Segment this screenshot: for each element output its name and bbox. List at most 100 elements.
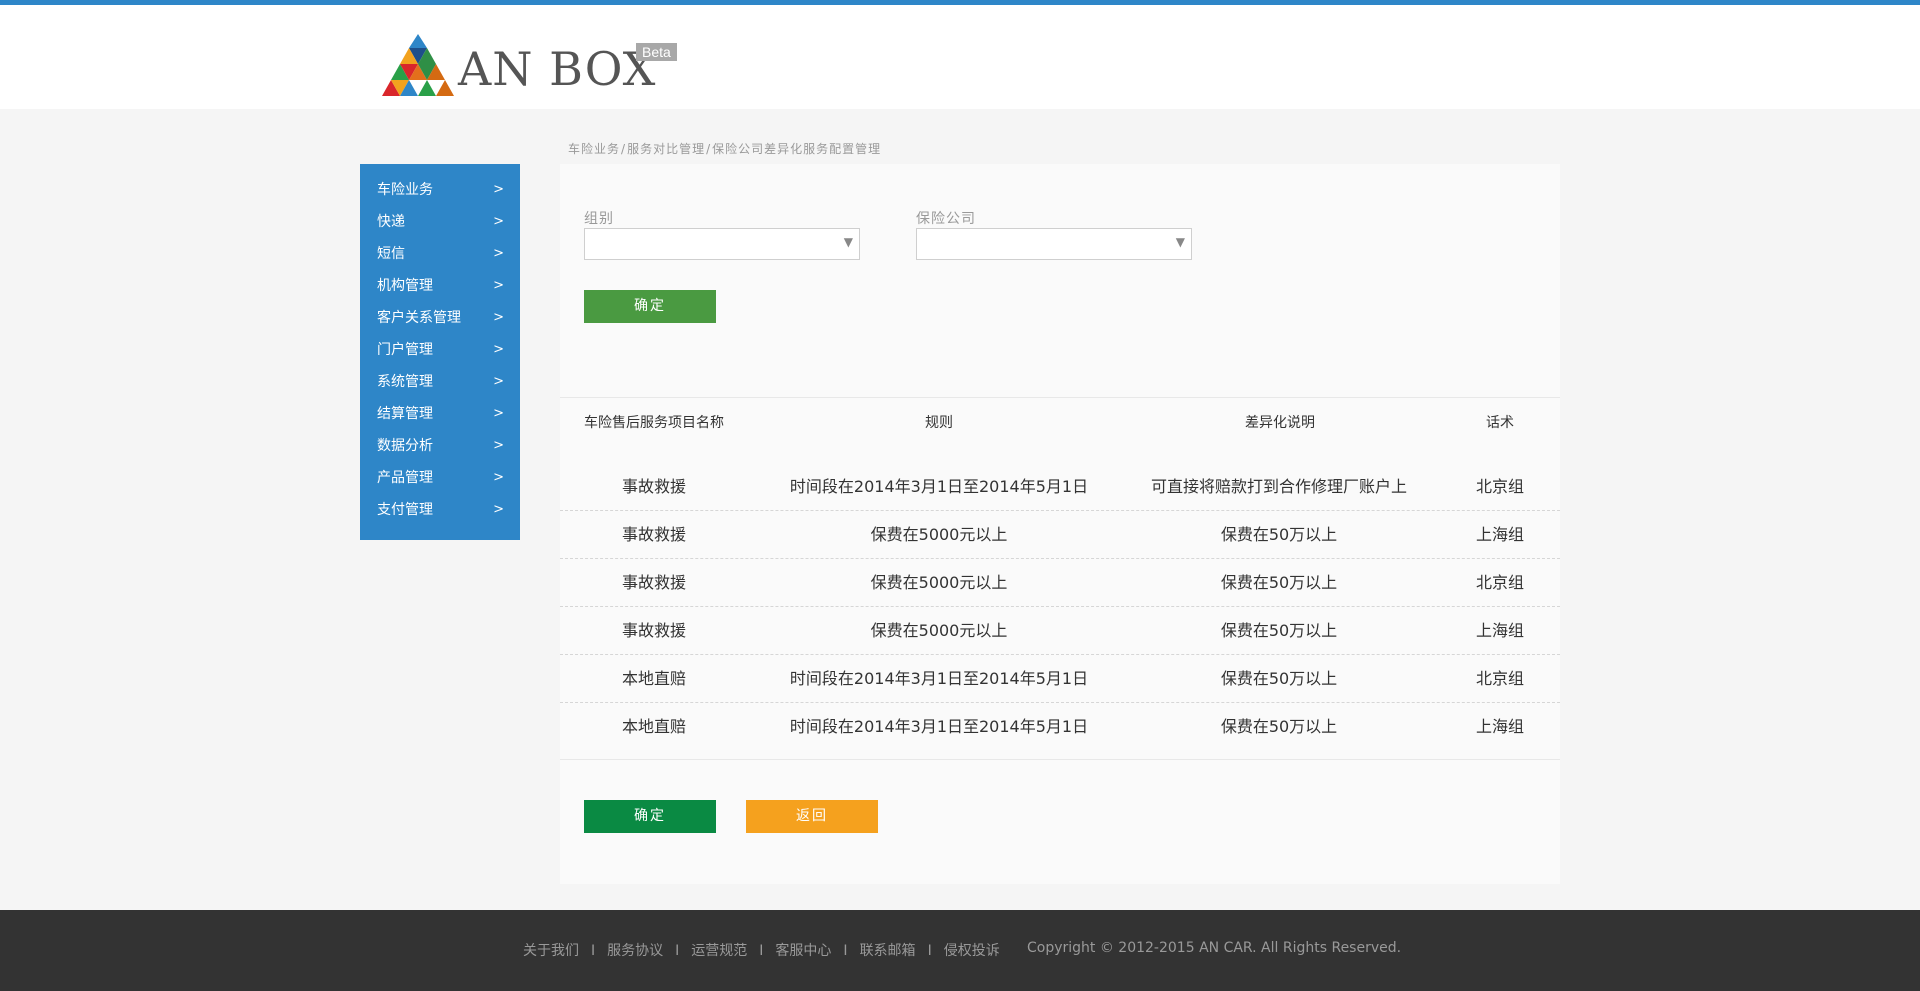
sidebar-item-label: 车险业务: [377, 182, 433, 198]
sidebar-item-portal-management[interactable]: 门户管理 >: [360, 334, 520, 366]
chevron-right-icon: >: [493, 278, 504, 293]
chevron-right-icon: >: [493, 246, 504, 261]
breadcrumb-item[interactable]: 车险业务: [568, 142, 620, 156]
cell-rule: 时间段在2014年3月1日至2014年5月1日: [789, 477, 1089, 496]
cell-difference: 可直接将赔款打到合作修理厂账户上: [1150, 477, 1408, 496]
chevron-right-icon: >: [493, 438, 504, 453]
cell-script: 上海组: [1475, 717, 1525, 736]
cell-service-item: 事故救援: [621, 477, 687, 496]
footer-link-infringement-report[interactable]: 侵权投诉: [944, 943, 1000, 959]
beta-badge: Beta: [636, 43, 677, 61]
cell-difference: 保费在50万以上: [1220, 621, 1338, 640]
footer-link-support-center[interactable]: 客服中心: [775, 943, 831, 959]
footer-link-operating-rules[interactable]: 运营规范: [691, 943, 747, 959]
cell-rule: 保费在5000元以上: [870, 525, 1008, 544]
sidebar-item-sms[interactable]: 短信 >: [360, 238, 520, 270]
sidebar-item-label: 门户管理: [377, 342, 433, 358]
chevron-right-icon: >: [493, 406, 504, 421]
table-row: 事故救援 保费在5000元以上 保费在50万以上 北京组: [560, 559, 1560, 607]
copyright-text: Copyright © 2012-2015 AN CAR. All Rights…: [1027, 940, 1402, 956]
site-header: AN BOX Beta: [0, 5, 1920, 109]
sidebar-item-label: 产品管理: [377, 470, 433, 486]
sidebar-item-express[interactable]: 快递 >: [360, 206, 520, 238]
divider: [560, 759, 1560, 760]
table-row: 本地直赔 时间段在2014年3月1日至2014年5月1日 保费在50万以上 上海…: [560, 703, 1560, 751]
cell-service-item: 事故救援: [621, 621, 687, 640]
cell-difference: 保费在50万以上: [1220, 669, 1338, 688]
confirm-button[interactable]: 确定: [584, 800, 716, 833]
chevron-right-icon: >: [493, 470, 504, 485]
chevron-right-icon: >: [493, 182, 504, 197]
footer-separator: I: [675, 943, 680, 959]
sidebar-item-label: 快递: [377, 214, 405, 230]
cell-difference: 保费在50万以上: [1220, 525, 1338, 544]
site-footer: 关于我们 I 服务协议 I 运营规范 I 客服中心 I 联系邮箱 I 侵权投诉 Copyright …: [0, 910, 1920, 991]
sidebar-item-car-insurance[interactable]: 车险业务 >: [360, 174, 520, 206]
sidebar-item-data-analysis[interactable]: 数据分析 >: [360, 430, 520, 462]
chevron-right-icon: >: [493, 374, 504, 389]
dropdown-arrow-icon: ▼: [843, 235, 853, 249]
table-row: 事故救援 时间段在2014年3月1日至2014年5月1日 可直接将赔款打到合作修…: [560, 463, 1560, 511]
cell-difference: 保费在50万以上: [1220, 573, 1338, 592]
triangle-logo-icon: [382, 34, 454, 96]
sidebar-item-product-management[interactable]: 产品管理 >: [360, 462, 520, 494]
sidebar-item-label: 系统管理: [377, 374, 433, 390]
cell-script: 上海组: [1475, 525, 1525, 544]
brand-logo[interactable]: AN BOX Beta: [382, 30, 682, 98]
breadcrumb-item[interactable]: 服务对比管理: [627, 142, 705, 156]
cell-rule: 时间段在2014年3月1日至2014年5月1日: [789, 669, 1089, 688]
table-row: 事故救援 保费在5000元以上 保费在50万以上 上海组: [560, 511, 1560, 559]
footer-separator: I: [591, 943, 596, 959]
sidebar-item-label: 数据分析: [377, 438, 433, 454]
chevron-right-icon: >: [493, 214, 504, 229]
filter-confirm-button[interactable]: 确定: [584, 290, 716, 323]
back-button[interactable]: 返回: [746, 800, 878, 833]
table-row: 本地直赔 时间段在2014年3月1日至2014年5月1日 保费在50万以上 北京…: [560, 655, 1560, 703]
cell-difference: 保费在50万以上: [1220, 717, 1338, 736]
cell-service-item: 事故救援: [621, 573, 687, 592]
column-header-difference: 差异化说明: [1245, 415, 1315, 431]
group-select[interactable]: ▼: [584, 228, 860, 260]
column-header-service-item: 车险售后服务项目名称: [584, 415, 724, 431]
brand-name: AN BOX: [458, 42, 657, 96]
cell-rule: 保费在5000元以上: [870, 573, 1008, 592]
cell-script: 北京组: [1475, 573, 1525, 592]
sidebar-item-label: 客户关系管理: [377, 310, 461, 326]
sidebar-nav: 车险业务 > 快递 > 短信 > 机构管理 > 客户关系管理 > 门户管理 > 系统管理 > …: [360, 164, 520, 540]
sidebar-item-crm[interactable]: 客户关系管理 >: [360, 302, 520, 334]
cell-script: 北京组: [1475, 477, 1525, 496]
sidebar-item-label: 机构管理: [377, 278, 433, 294]
cell-service-item: 本地直赔: [621, 669, 687, 688]
footer-separator: I: [927, 943, 932, 959]
footer-separator: I: [843, 943, 848, 959]
insurer-select[interactable]: ▼: [916, 228, 1192, 260]
sidebar-item-label: 支付管理: [377, 502, 433, 518]
sidebar-item-system-management[interactable]: 系统管理 >: [360, 366, 520, 398]
cell-rule: 时间段在2014年3月1日至2014年5月1日: [789, 717, 1089, 736]
main-panel: 组别 ▼ 保险公司 ▼ 确定 车险售后服务项目名称 规则 差异化说明 话术 事故…: [560, 164, 1560, 884]
chevron-right-icon: >: [493, 310, 504, 325]
table-row: 事故救援 保费在5000元以上 保费在50万以上 上海组: [560, 607, 1560, 655]
sidebar-item-settlement[interactable]: 结算管理 >: [360, 398, 520, 430]
group-label: 组别: [584, 211, 614, 227]
cell-script: 上海组: [1475, 621, 1525, 640]
column-header-script: 话术: [1486, 415, 1514, 431]
footer-link-service-agreement[interactable]: 服务协议: [607, 943, 663, 959]
footer-separator: I: [759, 943, 764, 959]
sidebar-item-label: 短信: [377, 246, 405, 262]
cell-script: 北京组: [1475, 669, 1525, 688]
cell-service-item: 本地直赔: [621, 717, 687, 736]
sidebar-item-org-management[interactable]: 机构管理 >: [360, 270, 520, 302]
breadcrumb-separator: /: [621, 142, 627, 156]
sidebar-item-payment-management[interactable]: 支付管理 >: [360, 494, 520, 526]
dropdown-arrow-icon: ▼: [1175, 235, 1185, 249]
breadcrumb-current: 保险公司差异化服务配置管理: [712, 142, 882, 156]
breadcrumb: 车险业务/服务对比管理/保险公司差异化服务配置管理: [568, 140, 881, 157]
footer-link-about[interactable]: 关于我们: [523, 943, 579, 959]
cell-rule: 保费在5000元以上: [870, 621, 1008, 640]
sidebar-item-label: 结算管理: [377, 406, 433, 422]
cell-service-item: 事故救援: [621, 525, 687, 544]
column-header-rule: 规则: [925, 415, 953, 431]
footer-link-contact-email[interactable]: 联系邮箱: [860, 943, 916, 959]
table-header: 车险售后服务项目名称 规则 差异化说明 话术: [560, 408, 1560, 438]
